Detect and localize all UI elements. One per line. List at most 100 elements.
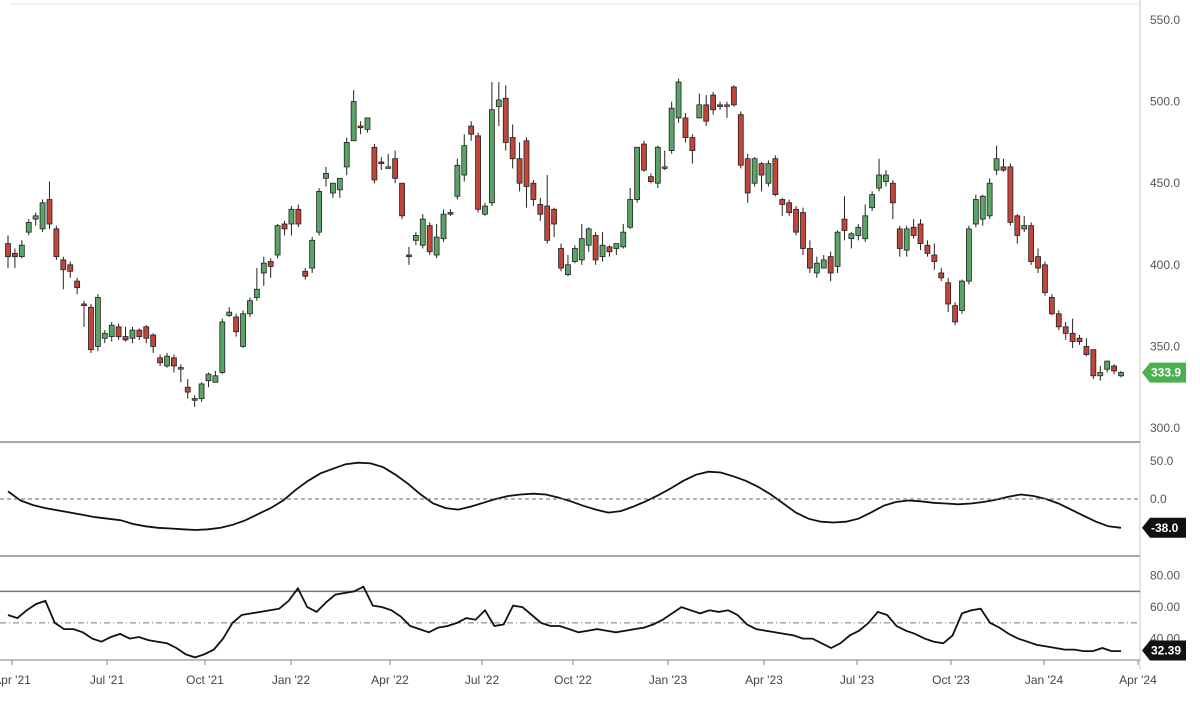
- candle-body: [25, 221, 32, 233]
- candle: [654, 145, 661, 189]
- candle-body: [198, 383, 205, 400]
- candle-body: [530, 182, 537, 200]
- candle: [537, 197, 544, 221]
- candle-body: [94, 297, 101, 347]
- candle: [385, 153, 392, 169]
- candle: [869, 191, 876, 211]
- candle: [260, 256, 267, 287]
- candle: [171, 354, 177, 373]
- candle: [330, 182, 336, 198]
- time-tick-label: Apr '21: [0, 673, 31, 687]
- candle: [516, 142, 523, 192]
- candle-body: [32, 215, 39, 220]
- time-tick-label: Apr '24: [1119, 673, 1157, 687]
- candle: [509, 124, 516, 169]
- candle-body: [696, 104, 703, 119]
- candle-body: [323, 173, 329, 179]
- candle-body: [613, 243, 620, 249]
- candle-body: [406, 254, 412, 258]
- candle-body: [931, 254, 938, 262]
- candle: [343, 137, 350, 176]
- candle: [302, 268, 309, 280]
- candle-body: [724, 104, 730, 107]
- candle: [544, 175, 551, 244]
- candle: [164, 352, 170, 368]
- candle: [1090, 349, 1097, 380]
- candle: [855, 224, 862, 241]
- candle: [689, 134, 696, 164]
- candle: [696, 93, 703, 119]
- candle: [744, 153, 751, 203]
- candle: [295, 204, 302, 228]
- candle: [966, 225, 972, 285]
- candle: [129, 326, 136, 344]
- candle: [378, 157, 385, 171]
- candle-body: [426, 225, 433, 253]
- candle-body: [164, 355, 170, 367]
- time-tick-label: Apr '22: [371, 673, 409, 687]
- candle-body: [1097, 372, 1104, 377]
- candle: [1021, 215, 1028, 233]
- candle-body: [862, 215, 869, 240]
- candle: [703, 95, 710, 127]
- candle: [793, 206, 799, 236]
- candle-body: [903, 228, 910, 251]
- candle-body: [765, 163, 772, 184]
- candle: [212, 370, 219, 383]
- candle-body: [364, 117, 371, 130]
- candle-body: [807, 248, 813, 269]
- candle: [648, 173, 654, 184]
- candle: [1014, 214, 1021, 244]
- candle: [392, 150, 399, 184]
- candle: [1042, 261, 1048, 296]
- candle-body: [959, 280, 965, 311]
- candle-body: [537, 204, 544, 215]
- candle: [426, 222, 433, 256]
- candle: [143, 325, 150, 344]
- candle-body: [274, 225, 281, 256]
- candle: [862, 204, 869, 242]
- candle: [786, 199, 793, 216]
- candle-body: [848, 233, 855, 240]
- candle-body: [53, 228, 60, 258]
- candle-body: [966, 228, 972, 282]
- candle-body: [136, 329, 143, 338]
- candle: [931, 243, 938, 270]
- candle: [551, 207, 558, 238]
- candle: [613, 243, 620, 256]
- candle-body: [81, 303, 87, 306]
- candle-body: [433, 236, 440, 256]
- candle-body: [627, 199, 634, 228]
- candle: [910, 219, 917, 239]
- last-price-badge: 333.9: [1142, 362, 1186, 383]
- candle-body: [820, 259, 827, 269]
- candle-body: [841, 218, 848, 231]
- candle-body: [171, 357, 177, 367]
- candle: [634, 146, 640, 203]
- chart-frame: [10, 0, 1141, 670]
- candle-body: [1111, 365, 1117, 372]
- candle-body: [295, 208, 302, 225]
- candle-body: [468, 125, 475, 135]
- candle: [661, 150, 668, 171]
- candle-body: [793, 208, 799, 233]
- candle: [39, 199, 46, 233]
- axis-tick-label: 0.0: [1150, 492, 1167, 506]
- candle: [364, 117, 371, 133]
- candle-body: [1028, 225, 1035, 262]
- candle-body: [482, 205, 488, 215]
- candle: [475, 132, 481, 213]
- candle: [468, 121, 475, 141]
- candle-body: [60, 259, 67, 271]
- candle: [1104, 360, 1111, 373]
- candle-body: [115, 326, 122, 338]
- candle-body: [565, 264, 571, 275]
- candle-body: [191, 398, 198, 401]
- candle: [1028, 222, 1035, 265]
- candle: [565, 255, 571, 277]
- candle: [1055, 310, 1062, 331]
- candle: [876, 158, 882, 192]
- candle: [406, 246, 412, 265]
- candle: [903, 225, 910, 257]
- candle: [136, 328, 143, 340]
